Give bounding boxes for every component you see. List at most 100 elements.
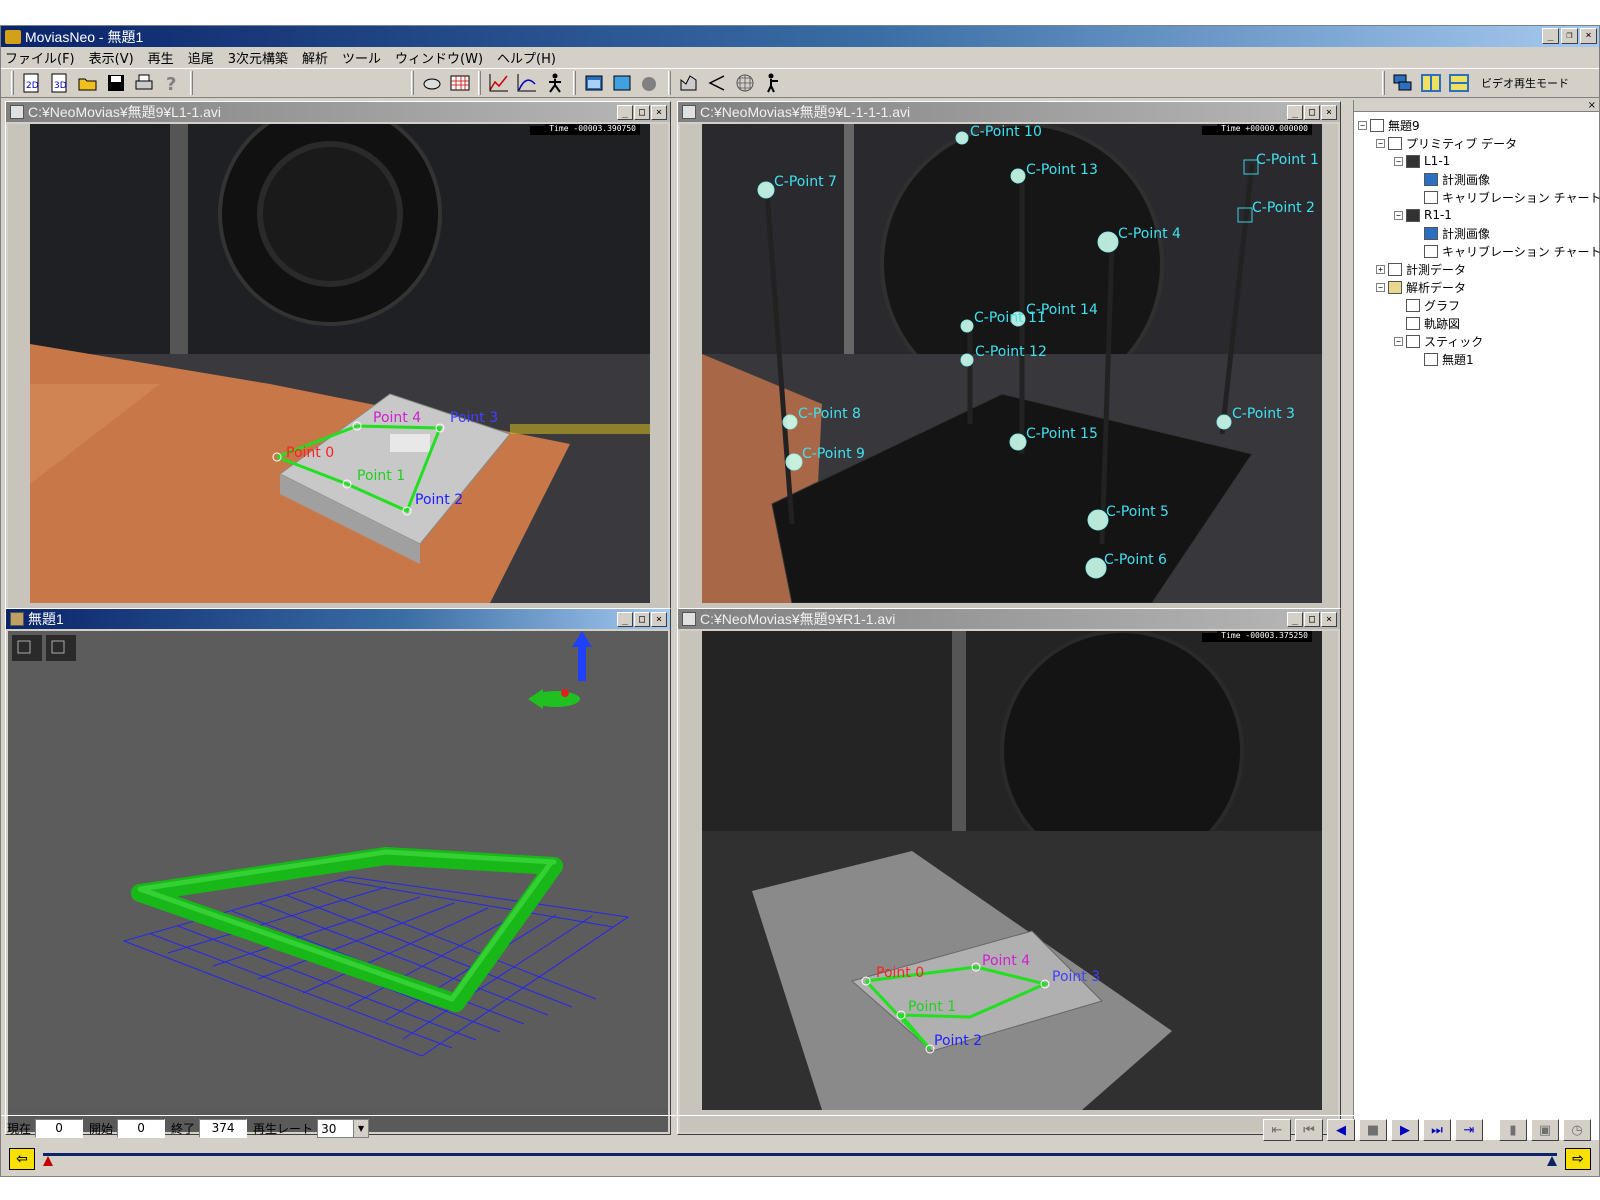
seek-forward-button[interactable]: ⇨ xyxy=(1565,1148,1591,1170)
maximize-button[interactable]: □ xyxy=(634,612,650,627)
stop-button[interactable]: ■ xyxy=(1359,1119,1387,1141)
chevron-down-icon[interactable]: ▼ xyxy=(353,1120,369,1137)
stick-3d-window[interactable]: 無題1 _ □ × xyxy=(5,608,671,1135)
menu-analysis[interactable]: 解析 xyxy=(302,48,328,67)
collapse-icon[interactable]: − xyxy=(1394,210,1403,220)
start-marker[interactable] xyxy=(43,1156,53,1166)
end-frame-field[interactable]: 374 xyxy=(199,1119,248,1138)
collapse-icon[interactable]: − xyxy=(1358,120,1367,130)
tree-item-root[interactable]: − 無題9 xyxy=(1358,116,1600,134)
maximize-button[interactable]: □ xyxy=(1304,105,1320,120)
sphere-icon[interactable] xyxy=(636,70,664,96)
link-icon[interactable] xyxy=(703,70,731,96)
step-back-button[interactable]: ◀ xyxy=(1327,1119,1355,1141)
minimize-button[interactable]: _ xyxy=(617,612,633,627)
camera-view-icon[interactable] xyxy=(12,635,42,661)
tree-item-r1-image[interactable]: 計測画像 xyxy=(1358,224,1600,242)
play-rate-select[interactable]: 30 ▼ xyxy=(317,1119,370,1138)
3d-viewport[interactable] xyxy=(8,631,668,1132)
minimize-button[interactable]: _ xyxy=(1542,28,1559,44)
start-frame-field[interactable]: 0 xyxy=(117,1119,166,1138)
maximize-button[interactable]: □ xyxy=(634,105,650,120)
go-end-button[interactable]: ⇥ xyxy=(1455,1119,1483,1141)
menu-play[interactable]: 再生 xyxy=(148,48,174,67)
menu-window[interactable]: ウィンドウ(W) xyxy=(395,48,483,67)
print-icon[interactable] xyxy=(130,70,158,96)
seek-back-button[interactable]: ⇦ xyxy=(9,1148,35,1170)
restore-button[interactable]: ❐ xyxy=(1561,28,1578,44)
minimize-button[interactable]: _ xyxy=(1287,612,1303,627)
expand-icon[interactable]: + xyxy=(1376,264,1385,274)
collapse-icon[interactable]: − xyxy=(1394,156,1403,166)
trajectory-icon[interactable] xyxy=(513,70,541,96)
first-frame-button[interactable]: ⏮ xyxy=(1295,1119,1323,1141)
tree-item-stick[interactable]: − スティック xyxy=(1358,332,1600,350)
close-button[interactable]: × xyxy=(1321,612,1337,627)
menu-3d-build[interactable]: 3次元構築 xyxy=(228,48,288,67)
2d-icon[interactable]: 2D xyxy=(18,70,46,96)
mesh-icon[interactable] xyxy=(731,70,759,96)
collapse-icon[interactable]: − xyxy=(1376,138,1385,148)
play-button[interactable]: ▶ xyxy=(1391,1119,1419,1141)
save-icon[interactable] xyxy=(102,70,130,96)
grid-icon[interactable] xyxy=(446,70,474,96)
tree-item-measure[interactable]: + 計測データ xyxy=(1358,260,1600,278)
tree-item-stick-child[interactable]: 無題1 xyxy=(1358,350,1600,368)
tree-item-graph[interactable]: グラフ xyxy=(1358,296,1600,314)
video-window-l1-titlebar[interactable]: C:¥NeoMovias¥無題9¥L1-1.avi _ □ × xyxy=(6,102,670,122)
video-window-l111[interactable]: C:¥NeoMovias¥無題9¥L-1-1-1.avi _ □ × Time … xyxy=(677,101,1341,630)
minimize-button[interactable]: _ xyxy=(1287,105,1303,120)
close-button[interactable]: × xyxy=(1580,28,1597,44)
timer-button[interactable]: ◷ xyxy=(1563,1119,1591,1141)
tree-item-r1[interactable]: − R1-1 xyxy=(1358,206,1600,224)
tree-close-button[interactable]: × xyxy=(1588,100,1596,111)
graph-icon[interactable] xyxy=(485,70,513,96)
menu-view[interactable]: 表示(V) xyxy=(89,48,134,67)
seek-track[interactable] xyxy=(43,1148,1557,1170)
camera-view-icon[interactable] xyxy=(46,635,76,661)
tile-vertical-icon[interactable] xyxy=(1417,70,1445,96)
tree-item-trajectory[interactable]: 軌跡図 xyxy=(1358,314,1600,332)
menu-track[interactable]: 追尾 xyxy=(188,48,214,67)
stick-figure-icon[interactable] xyxy=(541,70,569,96)
end-marker[interactable] xyxy=(1547,1156,1557,1166)
record-button[interactable]: ▮ xyxy=(1499,1119,1527,1141)
help-icon[interactable]: ? xyxy=(158,70,186,96)
window-alt-icon[interactable] xyxy=(608,70,636,96)
close-button[interactable]: × xyxy=(1321,105,1337,120)
analysis-icon[interactable] xyxy=(675,70,703,96)
maximize-button[interactable]: □ xyxy=(1304,612,1320,627)
tree-item-l1[interactable]: − L1-1 xyxy=(1358,152,1600,170)
tree-item-analysis[interactable]: − 解析データ xyxy=(1358,278,1600,296)
video-frame[interactable]: Time +00000.000000 C-Point 10 C-Point 13… xyxy=(702,124,1322,603)
menu-help[interactable]: ヘルプ(H) xyxy=(497,48,556,67)
tree-item-primitive[interactable]: − プリミティブ データ xyxy=(1358,134,1600,152)
export-button[interactable]: ▣ xyxy=(1531,1119,1559,1141)
video-window-r1-titlebar[interactable]: C:¥NeoMovias¥無題9¥R1-1.avi _ □ × xyxy=(678,609,1340,629)
close-button[interactable]: × xyxy=(651,105,667,120)
person-icon[interactable] xyxy=(759,70,787,96)
video-frame[interactable]: Time -00003.375250 Point 0 Point 4 Point… xyxy=(702,631,1322,1110)
stick-3d-window-titlebar[interactable]: 無題1 _ □ × xyxy=(6,609,670,629)
current-frame-field[interactable]: 0 xyxy=(35,1119,84,1138)
video-window-r1[interactable]: C:¥NeoMovias¥無題9¥R1-1.avi _ □ × Time -00… xyxy=(677,608,1341,1135)
collapse-icon[interactable]: − xyxy=(1394,336,1403,346)
3d-icon[interactable]: 3D xyxy=(46,70,74,96)
close-button[interactable]: × xyxy=(651,612,667,627)
tree-item-l1-image[interactable]: 計測画像 xyxy=(1358,170,1600,188)
last-frame-button[interactable]: ⏭ xyxy=(1423,1119,1451,1141)
go-start-button[interactable]: ⇤ xyxy=(1263,1119,1291,1141)
toolbar-grip[interactable] xyxy=(11,71,14,95)
video-frame[interactable]: Time -00003.390750 Point 0 Point 4 Point… xyxy=(30,124,650,603)
window-icon[interactable] xyxy=(580,70,608,96)
tile-horizontal-icon[interactable] xyxy=(1445,70,1473,96)
video-window-l1[interactable]: C:¥NeoMovias¥無題9¥L1-1.avi _ □ × Time -00… xyxy=(5,101,671,630)
collapse-icon[interactable]: − xyxy=(1376,282,1385,292)
open-folder-icon[interactable] xyxy=(74,70,102,96)
video-window-l111-titlebar[interactable]: C:¥NeoMovias¥無題9¥L-1-1-1.avi _ □ × xyxy=(678,102,1340,122)
menu-file[interactable]: ファイル(F) xyxy=(5,48,75,67)
minimize-button[interactable]: _ xyxy=(617,105,633,120)
menu-tools[interactable]: ツール xyxy=(342,48,381,67)
tree-item-l1-chart[interactable]: キャリブレーション チャート xyxy=(1358,188,1600,206)
camera-icon[interactable] xyxy=(418,70,446,96)
